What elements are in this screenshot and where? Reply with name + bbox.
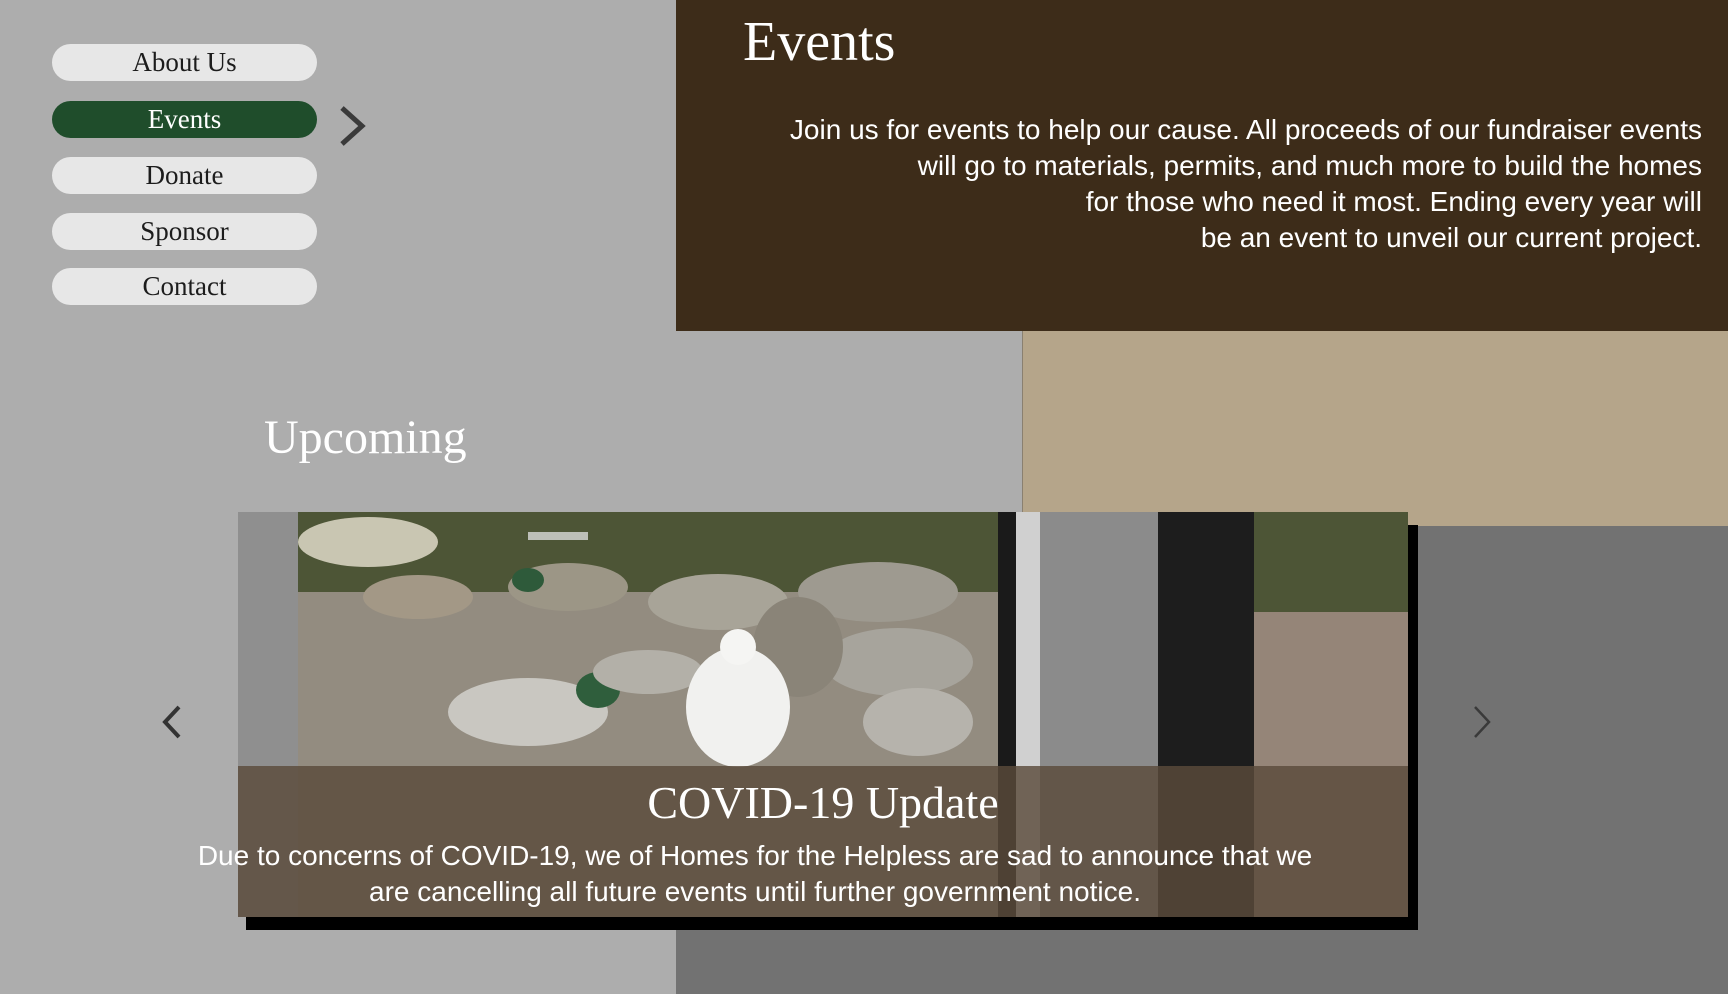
slide-caption-title: COVID-19 Update (647, 777, 999, 828)
description-line: Join us for events to help our cause. Al… (789, 114, 1702, 145)
events-description: Join us for events to help our cause. Al… (702, 112, 1702, 256)
divider-line (1022, 331, 1023, 526)
description-line: be an event to unveil our current projec… (1200, 222, 1702, 253)
nav-item-events[interactable]: Events (52, 101, 317, 138)
slide-caption-text: Due to concerns of COVID-19, we of Homes… (150, 838, 1360, 910)
caption-line: are cancelling all future events until f… (369, 876, 1141, 907)
nav-item-contact[interactable]: Contact (52, 268, 317, 305)
chevron-right-icon (340, 106, 366, 146)
nav-item-label: About Us (132, 47, 237, 77)
nav-item-sponsor[interactable]: Sponsor (52, 213, 317, 250)
nav-item-label: Contact (142, 271, 227, 301)
nav-item-label: Events (147, 104, 222, 134)
nav-item-label: Sponsor (140, 216, 229, 246)
chevron-right-icon[interactable] (1470, 704, 1494, 740)
description-line: will go to materials, permits, and much … (917, 150, 1702, 181)
page-title: Events (743, 11, 896, 73)
nav-item-about-us[interactable]: About Us (52, 44, 317, 81)
caption-line: Due to concerns of COVID-19, we of Homes… (197, 840, 1313, 871)
nav-item-donate[interactable]: Donate (52, 157, 317, 194)
dark-footer-block (676, 930, 1728, 994)
description-line: for those who need it most. Ending every… (1085, 186, 1702, 217)
chevron-left-icon[interactable] (160, 704, 184, 740)
tan-accent-block (1023, 331, 1728, 526)
section-title: Upcoming (264, 411, 467, 464)
nav-item-label: Donate (145, 160, 224, 190)
dark-accent-block (1412, 526, 1728, 994)
